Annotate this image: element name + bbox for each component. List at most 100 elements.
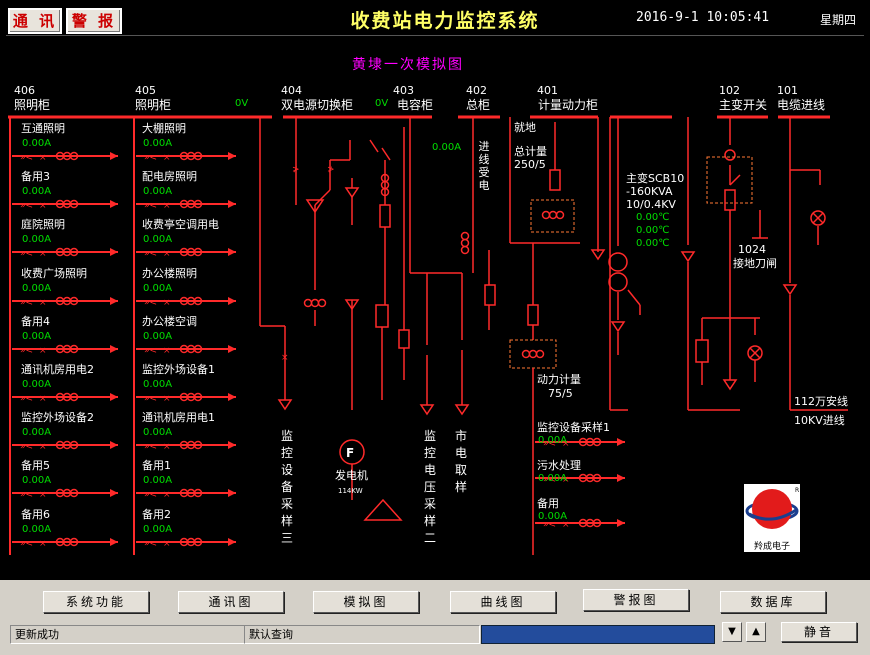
- line-desc: 10KV进线: [794, 414, 845, 427]
- left-load-current: 0.00A: [22, 234, 52, 245]
- switch-symbol: »<: [20, 249, 33, 259]
- scroll-up-button[interactable]: ▲: [746, 622, 766, 642]
- wire: [314, 189, 331, 206]
- mid-load-current: 0.00A: [143, 427, 173, 438]
- comm-diagram-button[interactable]: 通讯图: [178, 591, 284, 613]
- grounding-label: 接地刀闸: [733, 257, 777, 270]
- breaker-symbol: ×: [163, 442, 171, 452]
- generator-rating: 114KW: [338, 487, 363, 495]
- load-arrow-icon: [419, 404, 435, 416]
- left-load-name: 庭院照明: [21, 218, 65, 231]
- city-sample-label: 市电取样: [454, 429, 467, 494]
- load-arrow-icon: [782, 284, 798, 296]
- mid-load-name: 收费亭空调用电: [142, 218, 219, 231]
- alarm-diagram-button[interactable]: 警报图: [583, 589, 689, 611]
- circle-symbol: [724, 149, 736, 161]
- breaker-symbol: ×: [39, 153, 47, 163]
- database-button[interactable]: 数据库: [720, 591, 826, 613]
- switch-symbol: »<: [20, 201, 33, 211]
- feeder-arrow-icon: [228, 538, 236, 546]
- svg-text:R: R: [795, 487, 799, 494]
- curve-diagram-button[interactable]: 曲线图: [450, 591, 556, 613]
- breaker-symbol: ×: [163, 201, 171, 211]
- switch-symbol: »<: [144, 153, 157, 163]
- switch-symbol: »<: [144, 394, 157, 404]
- panel-403-name: 电容柜: [397, 98, 434, 112]
- left-load-name: 备用6: [21, 508, 50, 521]
- breaker-symbol: ×: [39, 442, 47, 452]
- transformer-temp-3: 0.00℃: [636, 238, 670, 249]
- feeder-arrow-icon: [228, 345, 236, 353]
- system-function-button[interactable]: 系统功能: [43, 591, 149, 613]
- fuse-symbol: [379, 204, 391, 228]
- sample3-label: 监控设备采样三: [280, 429, 293, 545]
- load-arrow-icon: [277, 399, 293, 411]
- left-load-name: 备用4: [21, 315, 50, 328]
- right-load-name: 污水处理: [537, 459, 581, 472]
- circle-symbol: [317, 298, 327, 308]
- feeder-arrow-icon: [110, 345, 118, 353]
- generator-name: 发电机: [335, 469, 368, 482]
- feeder-arrow-icon: [617, 438, 625, 446]
- panel-401-number: 401: [537, 84, 558, 97]
- left-load-name: 通讯机房用电2: [21, 363, 94, 376]
- fuse-symbol: [527, 304, 539, 326]
- switch-symbol: »<: [20, 490, 33, 500]
- breaker-symbol: ×: [163, 346, 171, 356]
- switch-symbol: »<: [144, 346, 157, 356]
- feeder-arrow-icon: [228, 297, 236, 305]
- switch-symbol: »<: [144, 442, 157, 452]
- panel-406-number: 406: [14, 84, 35, 97]
- feeder-arrow-icon: [110, 441, 118, 449]
- switch-symbol: »<: [20, 394, 33, 404]
- circle-symbol: [460, 245, 470, 255]
- meter-total-label: 总计量: [514, 145, 547, 158]
- sample2-label: 监控电压采样二: [423, 429, 436, 545]
- circle-symbol: [548, 210, 558, 220]
- fuse-symbol: [375, 304, 389, 328]
- left-load-name: 互通照明: [21, 122, 65, 135]
- panel-101-number: 101: [777, 84, 798, 97]
- wire: [627, 289, 641, 306]
- panel-403-number: 403: [393, 84, 414, 97]
- left-load-name: 监控外场设备2: [21, 411, 94, 424]
- mute-button[interactable]: 静音: [781, 622, 857, 642]
- mid-load-current: 0.00A: [143, 283, 173, 294]
- panel-101-name: 电缆进线: [777, 98, 826, 112]
- circle-symbol: [521, 349, 531, 359]
- logo-text: 羚成电子: [753, 542, 790, 552]
- panel-102-name: 主变开关: [719, 98, 768, 112]
- status-message: 更新成功: [10, 625, 245, 644]
- breaker-symbol: ×: [39, 249, 47, 259]
- fuse-symbol: [484, 284, 496, 306]
- feeder-arrow-icon: [228, 441, 236, 449]
- scroll-down-button[interactable]: ▼: [722, 622, 742, 642]
- circle-symbol: [460, 231, 470, 241]
- mid-load-name: 通讯机房用电1: [142, 411, 215, 424]
- feeder-arrow-icon: [110, 393, 118, 401]
- progress-bar: [481, 625, 715, 644]
- company-logo: R 羚成电子: [744, 484, 800, 552]
- left-load-current: 0.00A: [22, 524, 52, 535]
- breaker-symbol: ×: [163, 490, 171, 500]
- right-load-name: 备用: [537, 497, 559, 510]
- meter-box: [530, 199, 575, 233]
- generator-symbol: F: [346, 446, 355, 460]
- load-arrow-icon: [610, 321, 626, 333]
- panel-402-current: 0.00A: [432, 142, 462, 153]
- switch-symbol: »<: [20, 298, 33, 308]
- panel-405-number: 405: [135, 84, 156, 97]
- breaker-symbol: ×: [163, 153, 171, 163]
- left-load-current: 0.00A: [22, 186, 52, 197]
- simulation-diagram-button[interactable]: 模拟图: [313, 591, 419, 613]
- wire: [381, 147, 391, 161]
- circle-symbol: [310, 298, 320, 308]
- switch-symbol: »<: [144, 490, 157, 500]
- load-arrow-icon: [454, 404, 470, 416]
- left-load-current: 0.00A: [22, 427, 52, 438]
- panel-405-voltage: 0V: [235, 98, 249, 109]
- fuse-symbol: [398, 329, 410, 349]
- query-field[interactable]: 默认查询: [244, 625, 480, 644]
- feeder-arrow-icon: [617, 519, 625, 527]
- delta-symbol: [363, 498, 403, 521]
